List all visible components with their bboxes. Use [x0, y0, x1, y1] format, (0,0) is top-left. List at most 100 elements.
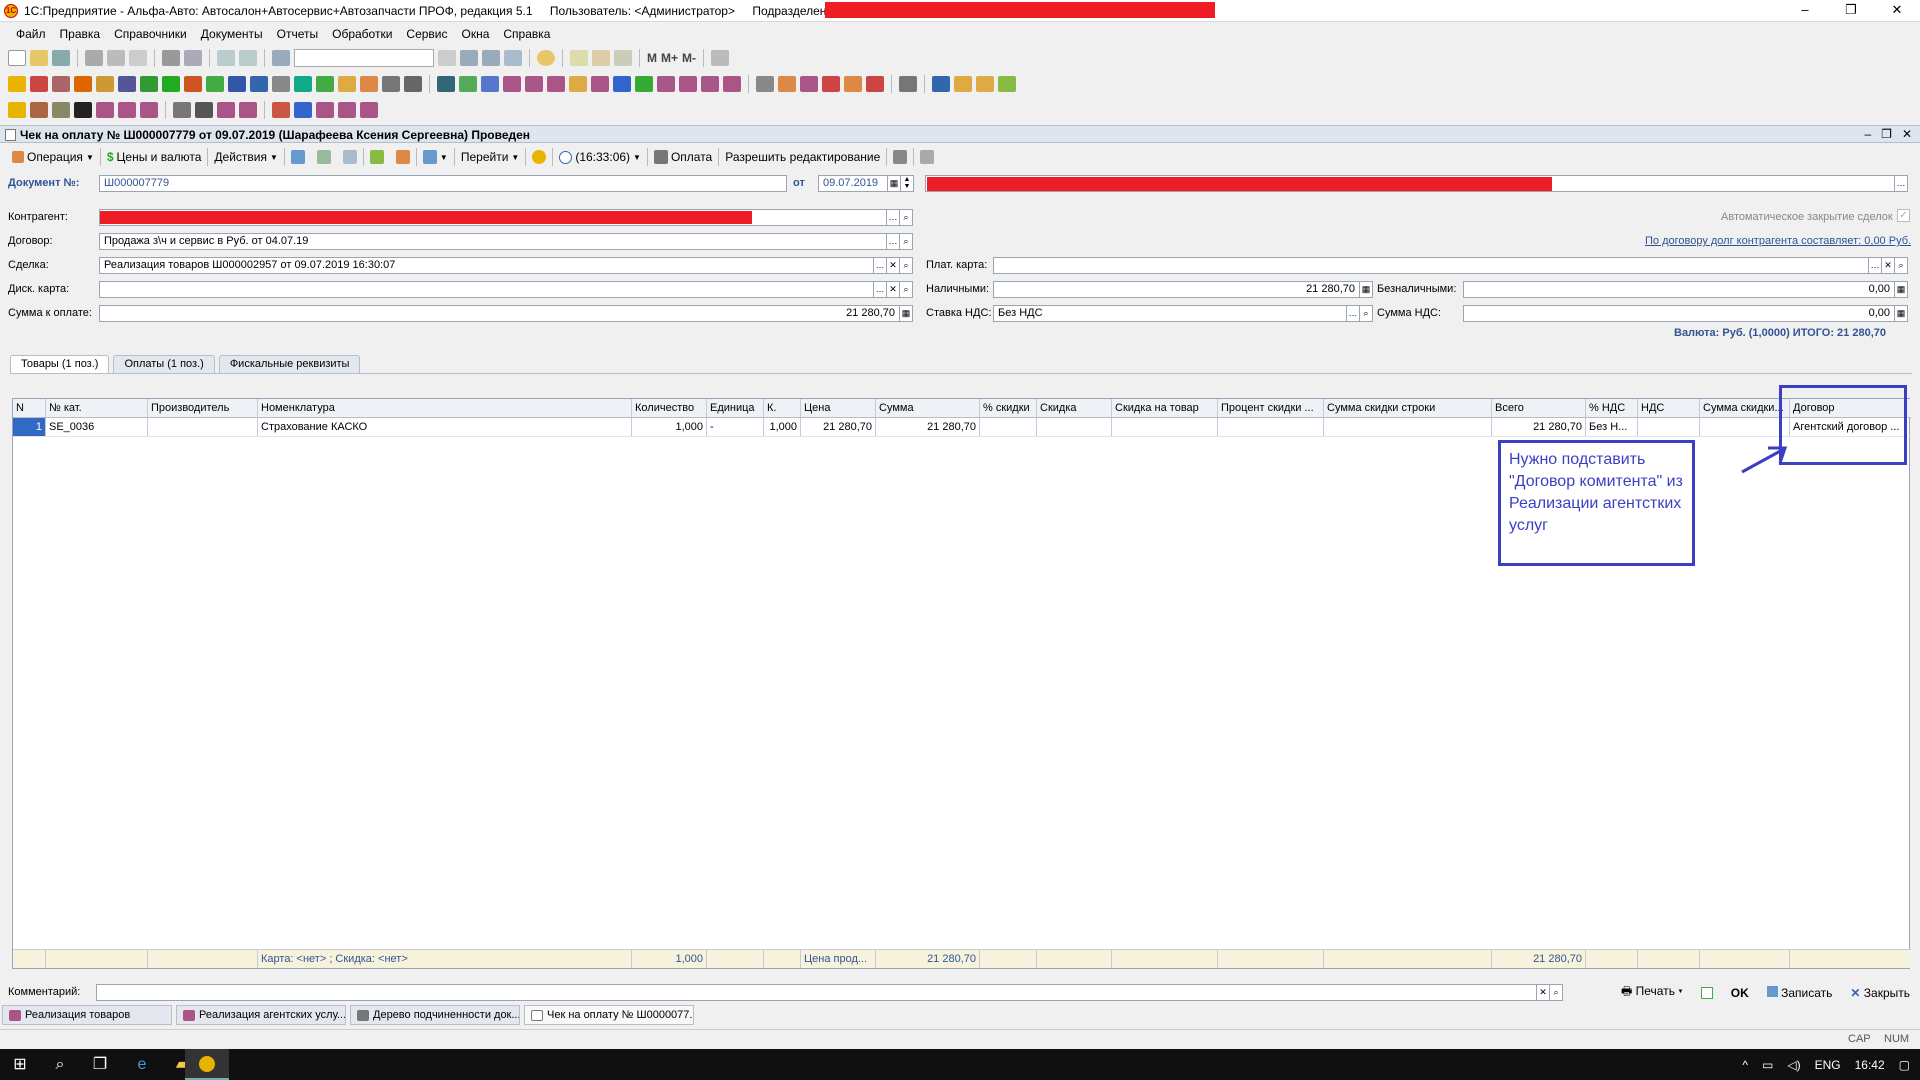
pencil-icon[interactable] — [338, 76, 356, 92]
open-icon[interactable] — [30, 50, 48, 66]
info-icon[interactable] — [537, 50, 555, 66]
menu-file[interactable]: Файл — [16, 27, 46, 41]
doc-close-button[interactable]: ✕ — [1902, 126, 1912, 142]
refresh-button[interactable] — [311, 147, 337, 167]
users-icon[interactable] — [976, 76, 994, 92]
col-n[interactable]: N — [13, 399, 46, 417]
gear-icon[interactable] — [272, 76, 290, 92]
money-icon[interactable] — [162, 76, 180, 92]
nakl11-icon[interactable] — [360, 102, 378, 118]
prices-button[interactable]: $ Цены и валюта — [101, 147, 208, 167]
print-icon[interactable] — [162, 50, 180, 66]
col-disc[interactable]: Скидка — [1037, 399, 1112, 417]
tab-payments[interactable]: Оплаты (1 поз.) — [113, 355, 215, 373]
calculator-icon[interactable]: ▦ — [1360, 281, 1373, 298]
paste-icon[interactable] — [129, 50, 147, 66]
payment-button[interactable]: Оплата — [648, 147, 718, 167]
menu-reports[interactable]: Отчеты — [277, 27, 318, 41]
ok-button[interactable]: OK — [1731, 986, 1749, 1000]
cell-unit[interactable]: - — [707, 418, 764, 436]
cash-field[interactable]: 21 280,70 — [993, 281, 1360, 298]
disc-card-field[interactable] — [99, 281, 874, 298]
schet-icon[interactable] — [294, 102, 312, 118]
col-disc-sum[interactable]: Сумма скидки... — [1700, 399, 1790, 417]
vat-sum-field[interactable]: 0,00 — [1463, 305, 1895, 322]
cell-disc-percent[interactable] — [1218, 418, 1324, 436]
doc5-icon[interactable] — [844, 76, 862, 92]
window-tab-agent-sales[interactable]: Реализация агентских услу... — [176, 1005, 346, 1025]
date-field[interactable]: 09.07.2019 — [818, 175, 888, 192]
memory-button[interactable]: M — [647, 51, 657, 65]
search-icon[interactable]: ⌕ — [900, 233, 913, 250]
menu-service[interactable]: Сервис — [406, 27, 447, 41]
window-tab-check[interactable]: Чек на оплату № Ш0000077... — [524, 1005, 694, 1025]
list-icon[interactable] — [404, 76, 422, 92]
col-disc-pct[interactable]: % скидки — [980, 399, 1037, 417]
menu-documents[interactable]: Документы — [201, 27, 263, 41]
plat2-icon[interactable] — [591, 76, 609, 92]
calculator-icon[interactable]: ▦ — [1895, 305, 1908, 322]
warehouse-icon[interactable] — [30, 76, 48, 92]
help-button[interactable] — [526, 147, 552, 167]
autoclose-checkbox[interactable]: ✓ — [1897, 209, 1910, 222]
nakl7-icon[interactable] — [217, 102, 235, 118]
calendar-icon[interactable]: ▦ — [888, 175, 901, 192]
taskbar-1c-app[interactable] — [185, 1049, 229, 1080]
shop-icon[interactable] — [52, 76, 70, 92]
return-icon[interactable] — [272, 102, 290, 118]
col-price[interactable]: Цена — [801, 399, 876, 417]
memory-plus-button[interactable]: M+ — [661, 51, 678, 65]
pay-card-field[interactable] — [993, 257, 1869, 274]
receipt-icon[interactable] — [635, 76, 653, 92]
find-next-icon[interactable] — [460, 50, 478, 66]
search-icon[interactable]: ⌕ — [40, 1049, 80, 1080]
preview-icon[interactable] — [184, 50, 202, 66]
list-button[interactable] — [914, 147, 940, 167]
menu-processing[interactable]: Обработки — [332, 27, 392, 41]
move-icon[interactable] — [481, 76, 499, 92]
car-icon[interactable] — [74, 76, 92, 92]
search-icon[interactable]: ⌕ — [1360, 305, 1373, 322]
cell-vat[interactable] — [1638, 418, 1700, 436]
cell-cat[interactable]: SE_0036 — [46, 418, 148, 436]
book-icon[interactable] — [184, 76, 202, 92]
wrench-icon[interactable] — [382, 76, 400, 92]
tab-fiscal[interactable]: Фискальные реквизиты — [218, 355, 361, 373]
nakl8-icon[interactable] — [239, 102, 257, 118]
cell-total[interactable]: 21 280,70 — [1492, 418, 1586, 436]
menu-catalogs[interactable]: Справочники — [114, 27, 187, 41]
nakl10-icon[interactable] — [338, 102, 356, 118]
sum-field[interactable]: 21 280,70 — [99, 305, 900, 322]
vat-rate-field[interactable]: Без НДС — [993, 305, 1347, 322]
col-disc-goods[interactable]: Скидка на товар — [1112, 399, 1218, 417]
people-icon[interactable] — [228, 76, 246, 92]
select-button[interactable]: … — [1347, 305, 1360, 322]
redo-icon[interactable] — [239, 50, 257, 66]
search-icon[interactable]: ⌕ — [1895, 257, 1908, 274]
noncash-field[interactable]: 0,00 — [1463, 281, 1895, 298]
basis-button[interactable] — [364, 147, 390, 167]
select-button[interactable]: … — [1895, 175, 1908, 192]
select-button[interactable]: … — [874, 257, 887, 274]
nakl4-icon[interactable] — [96, 102, 114, 118]
col-nomenclature[interactable]: Номенклатура — [258, 399, 632, 417]
clear-search-icon[interactable] — [438, 50, 456, 66]
nakl6-icon[interactable] — [140, 102, 158, 118]
nakl3-icon[interactable] — [723, 76, 741, 92]
tire-icon[interactable] — [52, 102, 70, 118]
cell-disc-pct[interactable] — [980, 418, 1037, 436]
select-button[interactable]: … — [1869, 257, 1882, 274]
tab-goods[interactable]: Товары (1 поз.) — [10, 355, 110, 373]
invoice-icon[interactable] — [657, 76, 675, 92]
cell-nomenclature[interactable]: Страхование КАСКО — [258, 418, 632, 436]
cut-icon[interactable] — [85, 50, 103, 66]
catalog-icon[interactable] — [8, 76, 26, 92]
close-window-button[interactable]: ✕ — [1874, 0, 1920, 22]
clear-icon[interactable]: ✕ — [1882, 257, 1895, 274]
col-vat[interactable]: НДС — [1638, 399, 1700, 417]
window-tab-tree[interactable]: Дерево подчиненности док... — [350, 1005, 520, 1025]
debt-link[interactable]: По договору долг контрагента составляет:… — [1645, 235, 1911, 247]
doc-icon[interactable] — [756, 76, 774, 92]
tools-icon[interactable] — [614, 50, 632, 66]
date-spin[interactable]: ▲ ▼ — [901, 175, 914, 192]
